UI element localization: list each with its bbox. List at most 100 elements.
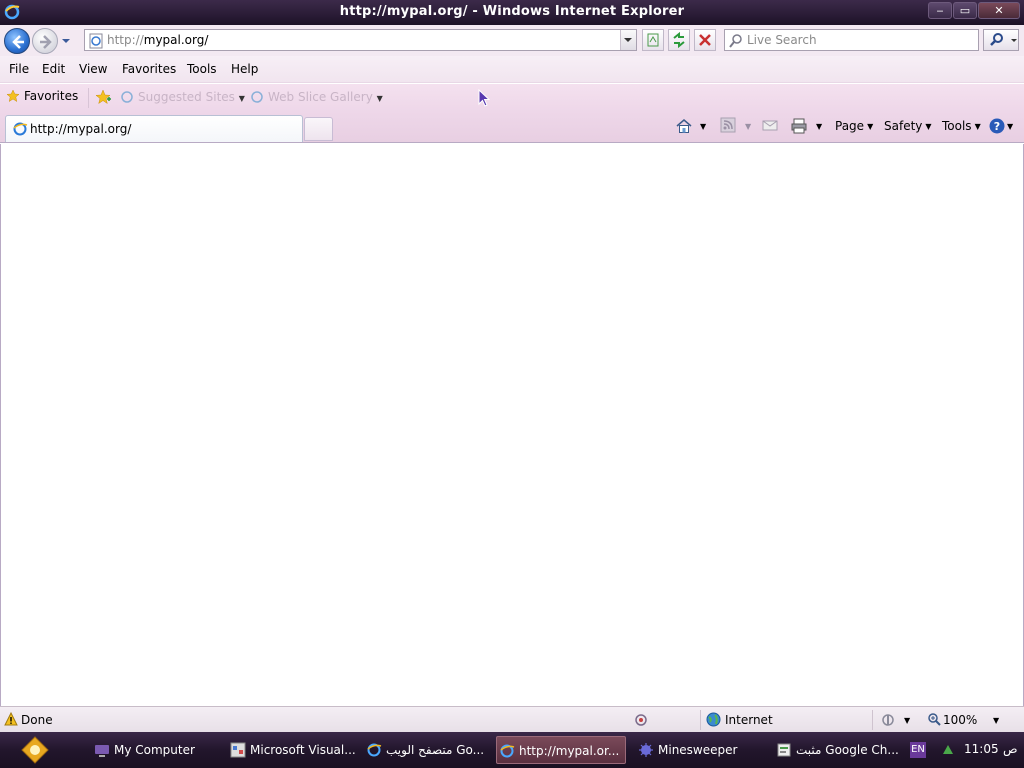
language-indicator[interactable]: EN [910,742,926,758]
favorites-link-label: Suggested Sites [138,90,235,104]
taskbar-item-label: Microsoft Visual... [250,743,356,757]
taskbar-item[interactable]: مثبت Google Ch... [774,736,898,764]
address-dropdown-button[interactable] [620,30,636,50]
favorites-separator [88,88,89,108]
status-separator [700,710,701,730]
search-placeholder: Live Search [747,33,817,47]
tab-active[interactable]: http://mypal.org/ [5,115,303,142]
favorites-link-web-slice-gallery[interactable]: Web Slice Gallery ▼ [250,90,383,104]
compatibility-view-button[interactable] [642,29,664,51]
refresh-icon [673,31,685,49]
taskbar-item-label: Minesweeper [658,743,738,757]
menu-help[interactable]: Help [231,62,258,76]
zoom-level[interactable]: 100% [943,713,977,727]
page-menu-button[interactable]: Page ▼ [835,119,873,133]
minimize-button[interactable]: ‒ [928,2,952,19]
close-button[interactable]: ✕ [978,2,1020,19]
stop-button[interactable] [694,29,716,51]
maximize-button[interactable]: ▭ [953,2,977,19]
taskbar-item[interactable]: متصفح الويب Go... [364,736,492,764]
start-button-icon[interactable] [20,735,50,765]
network-tray-icon[interactable] [940,741,956,757]
mouse-cursor-icon [478,89,490,107]
recent-pages-dropdown-icon[interactable] [60,35,72,47]
tools-menu-button[interactable]: Tools ▼ [942,119,981,133]
arrow-right-icon [40,35,52,49]
search-button[interactable] [983,29,1019,51]
star-icon [6,89,20,103]
taskbar-item[interactable]: Minesweeper [636,736,760,764]
tab-label: http://mypal.org/ [30,122,132,136]
installer-icon [777,743,791,757]
menu-file[interactable]: File [9,62,29,76]
menu-tools[interactable]: Tools [187,62,217,76]
refresh-button[interactable] [668,29,690,51]
safety-menu-button[interactable]: Safety ▼ [884,119,932,133]
ie-page-icon [13,122,28,136]
search-icon [729,34,742,48]
url-protocol: http:// [107,33,144,47]
new-tab-button[interactable] [304,117,333,141]
print-icon[interactable] [790,117,808,135]
address-url: http://mypal.org/ [107,33,208,47]
status-bar: Done Internet ▼ 100% ▼ [0,706,1024,732]
tab-command-bar: http://mypal.org/ ▼ ▼ ▼ Page ▼ Safety ▼ To… [0,112,1024,143]
menu-favorites[interactable]: Favorites [122,62,176,76]
page-menu-label: Page [835,119,865,133]
title-bar: http://mypal.org/ - Windows Internet Exp… [0,0,1024,25]
protected-mode-dropdown-icon[interactable]: ▼ [904,716,910,725]
page-content[interactable] [0,144,1024,706]
security-zone: Internet [725,713,773,727]
menu-view[interactable]: View [79,62,107,76]
search-input[interactable]: Live Search [724,29,979,51]
add-to-favorites-bar-icon[interactable] [94,88,112,106]
ie-icon [500,744,515,758]
taskbar-item-active[interactable]: http://mypal.or... [496,736,626,764]
protected-mode-icon[interactable] [880,712,896,728]
taskbar-item-label: مثبت Google Ch... [796,743,898,757]
mail-icon[interactable] [762,117,778,133]
chevron-down-icon: ▼ [867,122,874,131]
status-text: Done [21,713,53,727]
chevron-down-icon: ▼ [974,122,981,131]
chevron-down-icon: ▼ [925,122,932,131]
taskbar-item-label: http://mypal.or... [519,744,620,758]
minesweeper-icon [639,743,653,757]
favorites-label: Favorites [24,89,79,103]
warning-icon [4,712,18,726]
status-separator [872,710,873,730]
compatibility-icon [647,33,659,47]
clock[interactable]: 11:05 [964,742,999,756]
stop-icon [699,34,711,46]
favorites-link-suggested-sites[interactable]: Suggested Sites ▼ [120,90,245,104]
tools-menu-label: Tools [942,119,972,133]
safety-menu-label: Safety [884,119,923,133]
clock-ampm: ص [1003,742,1018,756]
favorites-link-label: Web Slice Gallery [268,90,373,104]
zoom-dropdown-icon[interactable]: ▼ [993,716,999,725]
computer-icon [95,745,109,757]
home-icon[interactable] [675,117,693,135]
back-button[interactable] [4,28,30,54]
favorites-button[interactable]: Favorites [6,89,78,103]
feeds-icon[interactable] [720,117,736,133]
magnifier-icon [990,33,1003,46]
taskbar-item[interactable]: My Computer [92,736,212,764]
ie-page-icon [250,90,264,104]
taskbar-item[interactable]: Microsoft Visual... [228,736,356,764]
help-dropdown-icon[interactable]: ▼ [1007,122,1013,131]
menu-edit[interactable]: Edit [42,62,65,76]
print-dropdown-icon[interactable]: ▼ [816,122,822,131]
forward-button[interactable] [32,28,58,54]
address-bar[interactable]: http://mypal.org/ [84,29,637,51]
feeds-dropdown-icon[interactable]: ▼ [745,122,751,131]
window-title: http://mypal.org/ - Windows Internet Exp… [339,4,685,19]
help-icon[interactable]: ? [988,117,1006,135]
privacy-icon[interactable] [633,712,649,728]
search-options-chevron-icon [1011,39,1017,42]
globe-icon [706,712,721,727]
page-icon [89,33,103,49]
ie-page-icon [120,90,134,104]
home-dropdown-icon[interactable]: ▼ [700,122,706,131]
address-toolbar: http://mypal.org/ Live Search [0,25,1024,56]
